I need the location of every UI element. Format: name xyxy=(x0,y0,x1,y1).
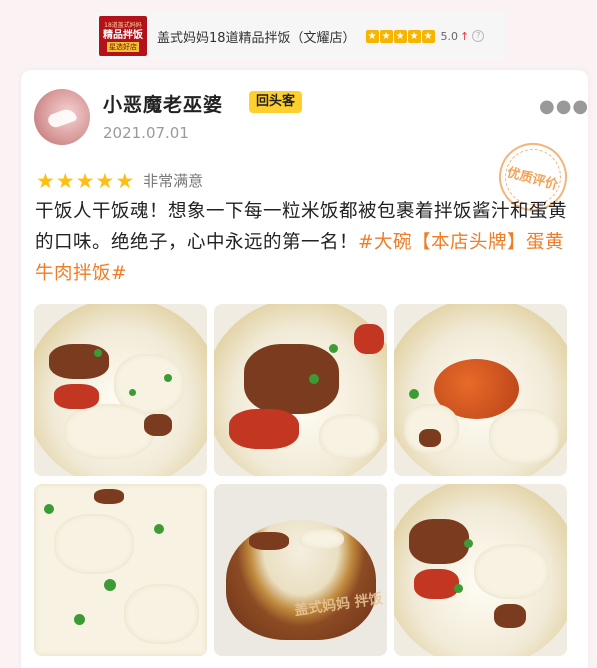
scallion-image xyxy=(154,524,164,534)
scallion-image xyxy=(164,374,172,382)
more-icon[interactable]: ●●● xyxy=(539,96,589,117)
review-rating: ★ ★ ★ ★ ★ 非常满意 xyxy=(36,170,203,191)
cabbage-image xyxy=(124,584,199,644)
cabbage-image xyxy=(299,529,344,549)
review-photo-2[interactable] xyxy=(214,304,387,476)
beef-image xyxy=(249,532,289,550)
store-banner[interactable]: 18道盖式妈妈 精品拌饭 星选好店 盖式妈妈18道精品拌饭（文耀店） ★ ★ ★… xyxy=(95,12,505,60)
beef-image xyxy=(144,414,172,436)
cabbage-image xyxy=(54,514,134,574)
pepper-image xyxy=(414,569,459,599)
cabbage-image xyxy=(489,409,559,464)
store-logo: 18道盖式妈妈 精品拌饭 星选好店 xyxy=(99,16,147,56)
star-icon: ★ xyxy=(393,29,407,43)
scallion-image xyxy=(104,579,116,591)
beef-image xyxy=(409,519,469,564)
cabbage-image xyxy=(319,414,379,459)
help-icon[interactable]: ? xyxy=(472,30,485,42)
trend-up-icon: ↑ xyxy=(460,29,470,43)
store-name[interactable]: 盖式妈妈18道精品拌饭（文耀店） xyxy=(157,27,356,46)
scallion-image xyxy=(309,374,319,384)
returning-customer-badge: 回头客 xyxy=(249,91,303,113)
review-photo-6[interactable] xyxy=(394,484,567,656)
star-icon: ★ xyxy=(365,29,379,43)
scallion-image xyxy=(94,349,102,357)
review-date: 2021.07.01 xyxy=(103,124,189,142)
store-logo-line3: 星选好店 xyxy=(107,41,139,52)
cabbage-image xyxy=(64,404,154,459)
star-icon: ★ xyxy=(55,168,75,193)
rating-label: 非常满意 xyxy=(143,172,204,190)
star-icon: ★ xyxy=(36,168,55,193)
quality-stamp-text: 优质评价 xyxy=(505,164,560,193)
store-logo-line1: 18道盖式妈妈 xyxy=(104,21,142,29)
beef-image xyxy=(244,344,339,414)
scallion-image xyxy=(74,614,85,625)
cabbage-image xyxy=(474,544,549,599)
scallion-image xyxy=(409,389,419,399)
star-icon: ★ xyxy=(115,168,135,193)
beef-image xyxy=(94,489,124,504)
scallion-image xyxy=(454,584,463,593)
beef-image xyxy=(494,604,526,628)
pepper-image xyxy=(229,409,299,449)
review-photo-1[interactable] xyxy=(34,304,207,476)
scallion-image xyxy=(329,344,338,353)
user-name[interactable]: 小恶魔老巫婆 xyxy=(103,90,223,117)
review-photo-4[interactable] xyxy=(34,484,207,656)
star-icon: ★ xyxy=(379,29,393,43)
beef-image xyxy=(419,429,441,447)
store-rating-stars: ★ ★ ★ ★ ★ xyxy=(365,29,435,43)
review-text: 干饭人干饭魂！想象一下每一粒米饭都被包裹着拌饭酱汁和蛋黄的口味。绝绝子，心中永远… xyxy=(35,196,580,289)
scallion-image xyxy=(129,389,136,396)
star-icon: ★ xyxy=(75,168,95,193)
pepper-image xyxy=(354,324,384,354)
avatar[interactable] xyxy=(34,89,90,145)
store-score: 5.0 xyxy=(440,29,459,43)
scallion-image xyxy=(44,504,54,514)
star-icon: ★ xyxy=(407,29,421,43)
review-photo-5[interactable]: 盖式妈妈 拌饭 xyxy=(214,484,387,656)
review-card: 小恶魔老巫婆 回头客 ●●● 2021.07.01 ★ ★ ★ ★ ★ 非常满意… xyxy=(21,70,588,668)
scallion-image xyxy=(464,539,473,548)
review-photo-3[interactable] xyxy=(394,304,567,476)
star-icon: ★ xyxy=(421,29,435,43)
star-icon: ★ xyxy=(95,168,115,193)
pepper-image xyxy=(54,384,99,409)
store-logo-line2: 精品拌饭 xyxy=(103,29,143,41)
